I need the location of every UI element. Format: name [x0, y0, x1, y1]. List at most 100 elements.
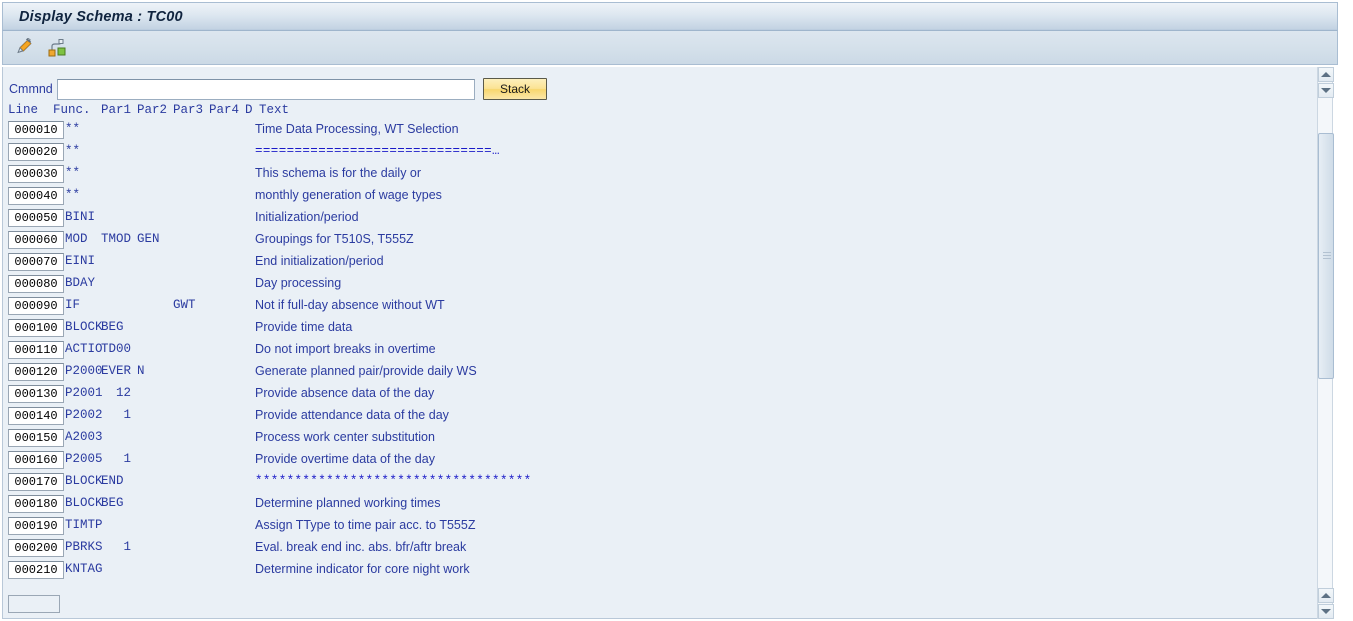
row-text-cell: ==============================… — [255, 144, 500, 158]
row-text-cell: Provide overtime data of the day — [255, 452, 435, 466]
row-func-cell: PBRKS — [65, 540, 103, 554]
row-text-cell: Groupings for T510S, T555Z — [255, 232, 414, 246]
table-row[interactable]: 000050 BINI Initialization/period — [3, 208, 1319, 230]
column-header-par3: Par3 — [173, 103, 204, 117]
table-row[interactable]: 000190 TIMTP Assign TType to time pair acc… — [3, 516, 1319, 538]
row-text-cell: Determine indicator for core night work — [255, 562, 470, 576]
row-line-number[interactable]: 000210 — [8, 561, 64, 579]
scroll-page-up-arrow-icon[interactable] — [1318, 588, 1334, 603]
row-func-cell: P2001 — [65, 386, 103, 400]
table-header-row: Line Func. Par1 Par2 Par3 Par4 D Text — [3, 103, 1319, 120]
column-header-text: Text — [259, 103, 290, 117]
row-func-cell: BLOCK — [65, 474, 103, 488]
row-line-number[interactable]: 000150 — [8, 429, 64, 447]
row-line-number[interactable]: 000080 — [8, 275, 64, 293]
row-func-cell: IF — [65, 298, 81, 312]
stack-button[interactable]: Stack — [483, 78, 547, 100]
row-func-cell: TIMTP — [65, 518, 103, 532]
row-func-cell: P2002 — [65, 408, 103, 422]
row-func-cell: ** — [65, 122, 81, 136]
column-header-func: Func. — [53, 103, 91, 117]
row-par1-cell: 1 — [123, 452, 131, 466]
row-func-cell: P2000 — [65, 364, 103, 378]
table-row[interactable]: 000110 ACTIO TD00 Do not import breaks in o… — [3, 340, 1319, 362]
row-line-number[interactable]: 000130 — [8, 385, 64, 403]
row-par2-cell: GEN — [137, 232, 160, 246]
table-row[interactable]: 000100 BLOCK BEG Provide time data — [3, 318, 1319, 340]
row-line-number[interactable]: 000140 — [8, 407, 64, 425]
scroll-thumb[interactable] — [1318, 133, 1334, 379]
row-line-number[interactable]: 000170 — [8, 473, 64, 491]
row-func-cell: ACTIO — [65, 342, 103, 356]
row-par1-cell: 1 — [123, 408, 131, 422]
table-row[interactable]: 000160 P2005 1 Provide overtime data of the… — [3, 450, 1319, 472]
table-row[interactable]: 000080 BDAY Day processing — [3, 274, 1319, 296]
row-line-number[interactable]: 000070 — [8, 253, 64, 271]
row-par1-cell: EVER — [101, 364, 132, 378]
row-par1-cell: TMOD — [101, 232, 132, 246]
row-text-cell: Day processing — [255, 276, 342, 290]
table-row[interactable]: 000010 ** Time Data Processing, WT Selecti… — [3, 120, 1319, 142]
row-line-number[interactable]: 000040 — [8, 187, 64, 205]
table-row[interactable]: 000170 BLOCK END **************************… — [3, 472, 1319, 494]
row-text-cell: This schema is for the daily or — [255, 166, 422, 180]
scroll-up-arrow-icon[interactable] — [1318, 67, 1334, 82]
row-par1-cell: END — [101, 474, 124, 488]
scroll-track[interactable] — [1318, 99, 1334, 587]
table-row[interactable]: 000150 A2003 Process work center substitut… — [3, 428, 1319, 450]
table-row[interactable]: 000180 BLOCK BEG Determine planned working … — [3, 494, 1319, 516]
edit-pencil-icon[interactable] — [13, 36, 37, 60]
table-row[interactable]: 000130 P2001 12 Provide absence data of the… — [3, 384, 1319, 406]
row-line-number[interactable]: 000120 — [8, 363, 64, 381]
row-text-cell: Do not import breaks in overtime — [255, 342, 436, 356]
hierarchy-structure-icon[interactable] — [45, 36, 69, 60]
row-line-number[interactable]: 000160 — [8, 451, 64, 469]
row-line-number[interactable]: 000030 — [8, 165, 64, 183]
table-row[interactable]: 000060 MOD TMOD GEN Groupings for T510S, T55… — [3, 230, 1319, 252]
row-func-cell: P2005 — [65, 452, 103, 466]
command-row: Cmmnd Stack — [3, 77, 1319, 101]
row-line-number[interactable]: 000090 — [8, 297, 64, 315]
row-par1-cell: 1 — [123, 540, 131, 554]
table-body: 000010 ** Time Data Processing, WT Selecti… — [3, 120, 1319, 582]
row-line-number[interactable]: 000010 — [8, 121, 64, 139]
page-title: Display Schema : TC00 — [19, 8, 183, 25]
table-row[interactable]: 000030 ** This schema is for the daily or — [3, 164, 1319, 186]
table-vertical-scrollbar[interactable] — [1317, 67, 1334, 619]
row-text-cell: Initialization/period — [255, 210, 359, 224]
column-header-par1: Par1 — [101, 103, 132, 117]
row-par4-cell: GWT — [173, 298, 196, 312]
table-row[interactable]: 000120 P2000 EVER N Generate planned pair/pr… — [3, 362, 1319, 384]
row-text-cell: Time Data Processing, WT Selection — [255, 122, 459, 136]
row-line-number[interactable]: 000190 — [8, 517, 64, 535]
row-line-number[interactable]: 000180 — [8, 495, 64, 513]
scroll-page-down-arrow-icon[interactable] — [1318, 604, 1334, 619]
table-row[interactable]: 000040 ** monthly generation of wage types — [3, 186, 1319, 208]
column-header-d: D — [245, 103, 253, 117]
row-text-cell: monthly generation of wage types — [255, 188, 442, 202]
row-par1-cell: 12 — [115, 386, 131, 400]
table-row[interactable]: 000200 PBRKS 1 Eval. break end inc. abs. bf… — [3, 538, 1319, 560]
row-line-number[interactable]: 000110 — [8, 341, 64, 359]
table-row[interactable]: 000210 KNTAG Determine indicator for core … — [3, 560, 1319, 582]
command-input[interactable] — [57, 78, 475, 100]
row-func-cell: ** — [65, 188, 81, 202]
row-line-number[interactable]: 000060 — [8, 231, 64, 249]
table-row[interactable]: 000140 P2002 1 Provide attendance data of t… — [3, 406, 1319, 428]
row-text-cell: Provide absence data of the day — [255, 386, 435, 400]
row-func-cell: BINI — [65, 210, 96, 224]
sap-display-schema-window: Display Schema : TC00 Cmmnd Stack Line F… — [0, 0, 1353, 621]
bottom-partial-field[interactable] — [8, 595, 60, 613]
row-line-number[interactable]: 000020 — [8, 143, 64, 161]
table-row[interactable]: 000090 IF GWT Not if full-day absence witho… — [3, 296, 1319, 318]
row-line-number[interactable]: 000200 — [8, 539, 64, 557]
table-row[interactable]: 000070 EINI End initialization/period — [3, 252, 1319, 274]
row-line-number[interactable]: 000050 — [8, 209, 64, 227]
scroll-down-arrow-icon[interactable] — [1318, 83, 1334, 98]
row-text-cell: Not if full-day absence without WT — [255, 298, 445, 312]
row-text-cell: Provide time data — [255, 320, 353, 334]
row-text-cell: End initialization/period — [255, 254, 384, 268]
column-header-par2: Par2 — [137, 103, 168, 117]
table-row[interactable]: 000020 ** ==============================… — [3, 142, 1319, 164]
row-line-number[interactable]: 000100 — [8, 319, 64, 337]
